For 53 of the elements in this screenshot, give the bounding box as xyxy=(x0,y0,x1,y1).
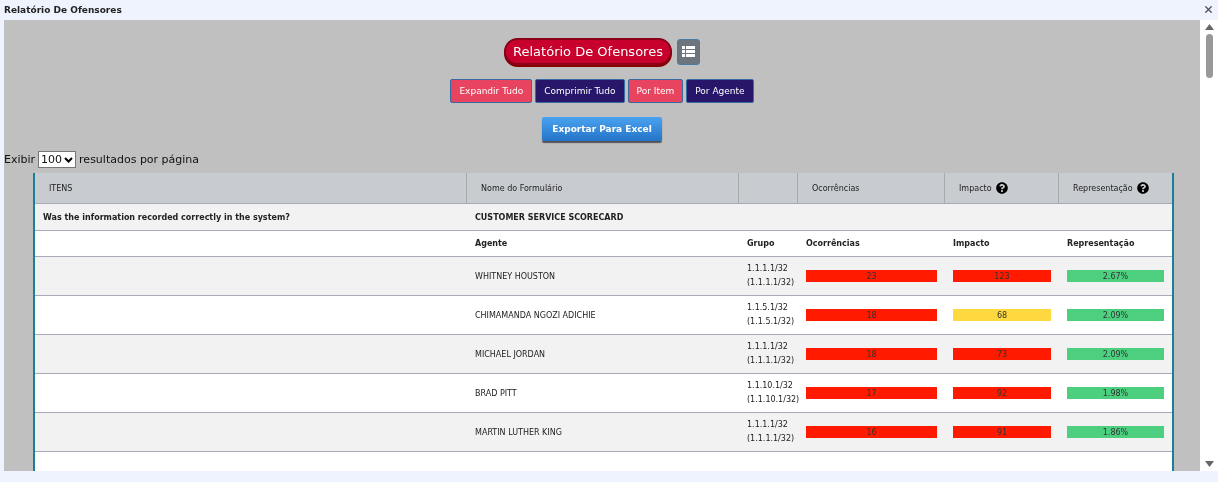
value-bar: 123 xyxy=(953,270,1051,282)
scrollbar[interactable] xyxy=(1200,20,1218,471)
value-bar: 91 xyxy=(953,426,1051,438)
group-cell-text: 1.1.10.1/32 (1.1.10.1/32) xyxy=(746,380,798,406)
item-question: Was the information recorded correctly in the system? xyxy=(42,212,291,222)
agent-name: MARTIN LUTHER KING xyxy=(474,427,563,437)
subheader-cell-text: Representação xyxy=(1066,239,1136,248)
subheader-cell-text: Grupo xyxy=(746,239,776,248)
filter-button[interactable]: Por Item xyxy=(627,79,684,103)
group-cell-text: 1.1.1.1/32 (1.1.1.1/32) xyxy=(746,419,796,445)
value-bar: 16 xyxy=(806,426,937,438)
page-size-select[interactable]: 100 xyxy=(38,151,77,168)
value-bar: 68 xyxy=(953,309,1051,321)
value-bar: 1.86% xyxy=(1067,426,1164,438)
agent-name: WHITNEY HOUSTON xyxy=(474,271,557,281)
page-size-label: resultados por página xyxy=(79,153,200,166)
help-icon[interactable] xyxy=(1136,182,1149,194)
group-cell-text: 1.1.1.1/32 (1.1.1.1/32) xyxy=(746,263,796,289)
value-bar: 92 xyxy=(953,387,1051,399)
agent-name: BRAD PITT xyxy=(474,388,518,398)
value-bar: 2.67% xyxy=(1067,270,1164,282)
subheader-cell-text: Agente xyxy=(474,239,509,248)
window-title: Relatório De Ofensores xyxy=(4,4,122,15)
value-bar: 17 xyxy=(806,387,937,399)
list-icon xyxy=(681,46,695,57)
chevron-down-icon xyxy=(64,156,74,163)
scroll-up-icon[interactable] xyxy=(1204,24,1214,30)
value-bar: 1.98% xyxy=(1067,387,1164,399)
filter-button[interactable]: Expandir Tudo xyxy=(450,79,533,103)
value-bar: 18 xyxy=(806,309,937,321)
close-icon[interactable] xyxy=(1203,4,1214,15)
filter-button[interactable]: Comprimir Tudo xyxy=(535,79,625,103)
page-size-label: Exibir xyxy=(4,153,36,166)
help-icon[interactable] xyxy=(995,182,1008,194)
value-bar: 23 xyxy=(806,270,937,282)
scroll-down-icon[interactable] xyxy=(1204,461,1214,467)
export-button[interactable]: Exportar Para Excel xyxy=(542,117,662,141)
group-cell-text: 1.1.1.1/32 (1.1.1.1/32) xyxy=(746,341,796,367)
filter-button[interactable]: Por Agente xyxy=(686,79,754,103)
value-bar: 2.09% xyxy=(1067,348,1164,360)
agent-name: MICHAEL JORDAN xyxy=(474,349,547,359)
scrollbar-thumb[interactable] xyxy=(1205,34,1213,78)
value-bar: 73 xyxy=(953,348,1051,360)
agent-name: CHIMAMANDA NGOZI ADICHIE xyxy=(474,310,597,320)
subheader-cell-text: Impacto xyxy=(952,239,991,248)
subheader-cell-text: Ocorrências xyxy=(805,239,861,248)
value-bar: 2.09% xyxy=(1067,309,1164,321)
form-name: CUSTOMER SERVICE SCORECARD xyxy=(474,212,625,222)
value-bar: 18 xyxy=(806,348,937,360)
group-cell-text: 1.1.5.1/32 (1.1.5.1/32) xyxy=(746,302,796,328)
list-view-button[interactable] xyxy=(676,38,700,65)
report-title: Relatório De Ofensores xyxy=(504,38,672,65)
column-header: Representação xyxy=(1059,173,1172,203)
